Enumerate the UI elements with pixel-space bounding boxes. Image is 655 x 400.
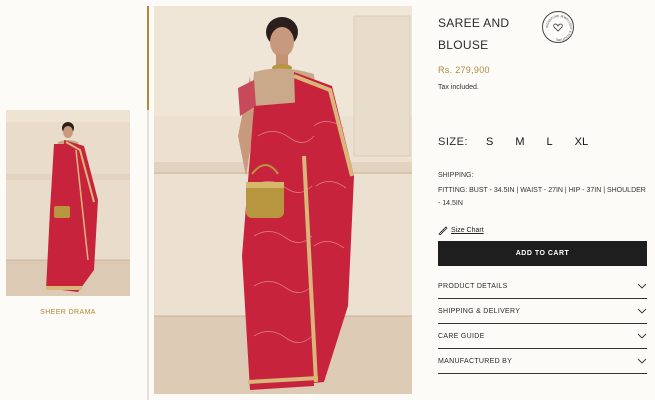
- signature-seal: SIGNATURE JEWELLERY & COUTURE: [542, 11, 574, 43]
- size-option-l[interactable]: L: [547, 136, 553, 148]
- model-photo-main: [154, 6, 412, 394]
- product-price: Rs. 279,900: [438, 65, 490, 75]
- chevron-down-icon: [637, 333, 647, 339]
- chevron-down-icon: [637, 283, 647, 289]
- chevron-down-icon: [637, 358, 647, 364]
- ruler-icon: [438, 226, 448, 235]
- seal-emblem: SIGNATURE JEWELLERY & COUTURE: [545, 14, 573, 42]
- thumbnail-image[interactable]: [6, 110, 130, 296]
- accordion-label: SHIPPING & DELIVERY: [438, 307, 521, 315]
- size-label: SIZE:: [438, 136, 469, 148]
- size-option-m[interactable]: M: [515, 136, 524, 148]
- fitting-info: FITTING: BUST - 34.5IN | WAIST - 27IN | …: [438, 187, 646, 207]
- thumbnail-label: SHEER DRAMA: [40, 309, 96, 316]
- tax-note: Tax included.: [438, 84, 479, 91]
- product-page: SHEER DRAMA SAREE AND BLOUSE SIGNATURE J…: [0, 0, 655, 400]
- gallery-scroll-indicator[interactable]: [147, 6, 149, 110]
- size-chart-link[interactable]: Size Chart: [438, 225, 484, 235]
- size-chart-label: Size Chart: [451, 226, 484, 234]
- model-photo-thumbnail: [6, 110, 130, 296]
- accordion-product-details[interactable]: PRODUCT DETAILS: [438, 274, 647, 299]
- main-product-image[interactable]: [154, 6, 412, 394]
- chevron-down-icon: [637, 308, 647, 314]
- add-to-cart-button[interactable]: ADD TO CART: [438, 241, 647, 266]
- product-info-panel: SAREE AND BLOUSE SIGNATURE JEWELLERY & C…: [438, 0, 648, 400]
- accordion-manufactured-by[interactable]: MANUFACTURED BY: [438, 349, 647, 374]
- size-option-s[interactable]: S: [486, 136, 493, 148]
- accordion-label: PRODUCT DETAILS: [438, 282, 508, 290]
- size-option-xl[interactable]: XL: [575, 136, 588, 148]
- accordion-label: MANUFACTURED BY: [438, 357, 513, 365]
- size-selector: SIZE: S M L XL: [438, 136, 610, 148]
- product-title: SAREE AND BLOUSE: [438, 16, 510, 52]
- shipping-label: SHIPPING:: [438, 172, 474, 179]
- svg-text:SIGNATURE JEWELLERY & COUTURE: SIGNATURE JEWELLERY & COUTURE: [545, 14, 573, 42]
- accordion-shipping-delivery[interactable]: SHIPPING & DELIVERY: [438, 299, 647, 324]
- accordion-care-guide[interactable]: CARE GUIDE: [438, 324, 647, 349]
- accordion-label: CARE GUIDE: [438, 332, 485, 340]
